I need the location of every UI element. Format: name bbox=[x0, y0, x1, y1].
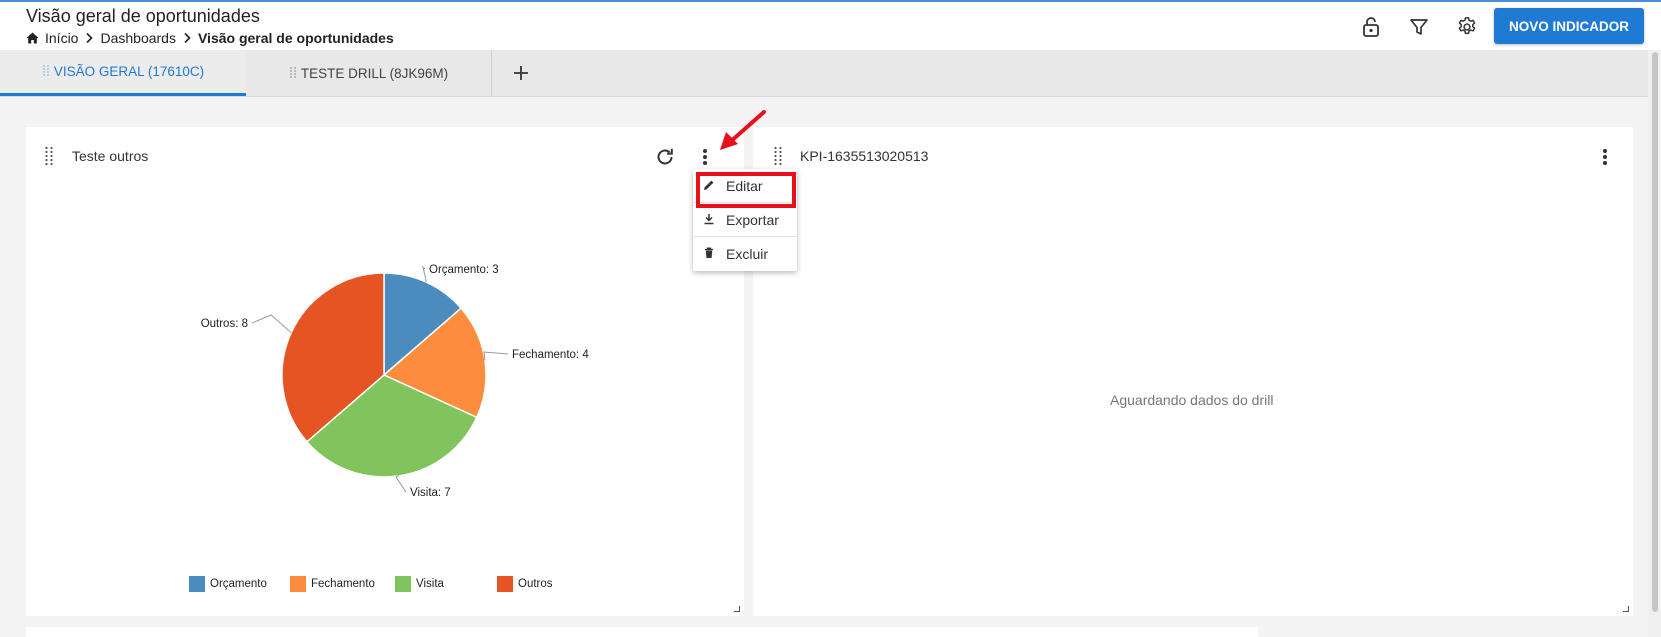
menu-item-excluir[interactable]: Excluir bbox=[693, 237, 797, 271]
more-options-icon[interactable] bbox=[1601, 146, 1609, 173]
trash-icon bbox=[703, 246, 715, 262]
tab-visao-geral[interactable]: VISÃO GERAL (17610C) bbox=[0, 50, 246, 96]
add-tab-button[interactable] bbox=[506, 58, 536, 88]
download-icon bbox=[703, 212, 715, 228]
gear-icon[interactable] bbox=[1454, 14, 1480, 40]
data-label-connector bbox=[483, 351, 509, 361]
drag-handle-icon[interactable] bbox=[773, 146, 783, 171]
legend-swatch bbox=[189, 576, 205, 592]
drag-dots-icon bbox=[289, 66, 297, 81]
widget-card-partial bbox=[26, 627, 1258, 637]
widget-card-kpi: KPI-1635513020513 bbox=[753, 127, 1633, 616]
legend-swatch bbox=[497, 576, 513, 592]
legend-item-outros[interactable]: Outros bbox=[497, 576, 553, 592]
pie-chart: Orçamento: 3 Fechamento: 4 Visita: 7 Outros… bbox=[201, 264, 590, 499]
chevron-right-icon bbox=[84, 32, 94, 44]
tab-label: VISÃO GERAL (17610C) bbox=[53, 64, 205, 79]
tab-divider bbox=[491, 50, 492, 96]
widget-title: KPI-1635513020513 bbox=[800, 148, 929, 164]
scrollbar-thumb[interactable] bbox=[1652, 52, 1658, 612]
app-header: Visão geral de oportunidades Início Dash… bbox=[0, 0, 1661, 50]
resize-handle[interactable] bbox=[1623, 606, 1629, 612]
highlight-annotation bbox=[696, 172, 796, 208]
menu-item-label: Excluir bbox=[726, 246, 769, 262]
legend-label: Orçamento bbox=[210, 578, 267, 590]
legend-label: Outros bbox=[518, 578, 553, 590]
data-label-connector bbox=[395, 475, 407, 493]
menu-item-label: Exportar bbox=[726, 211, 779, 228]
new-indicator-button[interactable]: NOVO INDICADOR bbox=[1494, 8, 1644, 44]
resize-handle[interactable] bbox=[734, 606, 740, 612]
breadcrumb-home[interactable]: Início bbox=[45, 30, 78, 46]
legend-label: Visita bbox=[416, 578, 444, 590]
legend-swatch bbox=[290, 576, 306, 592]
empty-state-message: Aguardando dados do drill bbox=[1110, 392, 1274, 408]
filter-icon[interactable] bbox=[1406, 14, 1432, 40]
data-label-connector bbox=[251, 314, 292, 334]
home-icon[interactable] bbox=[26, 32, 39, 44]
lock-icon[interactable] bbox=[1358, 14, 1384, 40]
breadcrumb-dashboards[interactable]: Dashboards bbox=[100, 30, 176, 46]
tab-teste-drill[interactable]: TESTE DRILL (8JK96M) bbox=[246, 50, 491, 96]
legend-item-orcamento[interactable]: Orçamento bbox=[189, 576, 267, 592]
data-label: Visita: 7 bbox=[410, 487, 451, 499]
page-title: Visão geral de oportunidades bbox=[26, 6, 260, 26]
plus-icon bbox=[514, 66, 528, 80]
breadcrumb: Início Dashboards Visão geral de oportun… bbox=[26, 30, 394, 46]
legend-swatch bbox=[395, 576, 411, 592]
legend-item-visita[interactable]: Visita bbox=[395, 576, 444, 592]
data-label-connector bbox=[422, 265, 427, 283]
legend-label: Fechamento bbox=[311, 578, 375, 590]
red-arrow-annotation bbox=[720, 110, 766, 150]
data-label: Orçamento: 3 bbox=[429, 264, 499, 276]
breadcrumb-current: Visão geral de oportunidades bbox=[197, 30, 394, 46]
chevron-right-icon bbox=[182, 32, 192, 44]
widget-card-teste-outros: Teste outros Orçamento: 3 Fechamento: 4 Vi… bbox=[26, 127, 744, 616]
data-label: Fechamento: 4 bbox=[512, 349, 589, 361]
legend-item-fechamento[interactable]: Fechamento bbox=[290, 576, 375, 592]
drag-dots-icon bbox=[42, 64, 50, 79]
menu-item-exportar[interactable]: Exportar bbox=[693, 203, 797, 237]
tab-label: TESTE DRILL (8JK96M) bbox=[300, 65, 449, 81]
dashboard-tabs: VISÃO GERAL (17610C) TESTE DRILL (8JK96M… bbox=[0, 50, 1648, 97]
data-label: Outros: 8 bbox=[201, 318, 248, 330]
